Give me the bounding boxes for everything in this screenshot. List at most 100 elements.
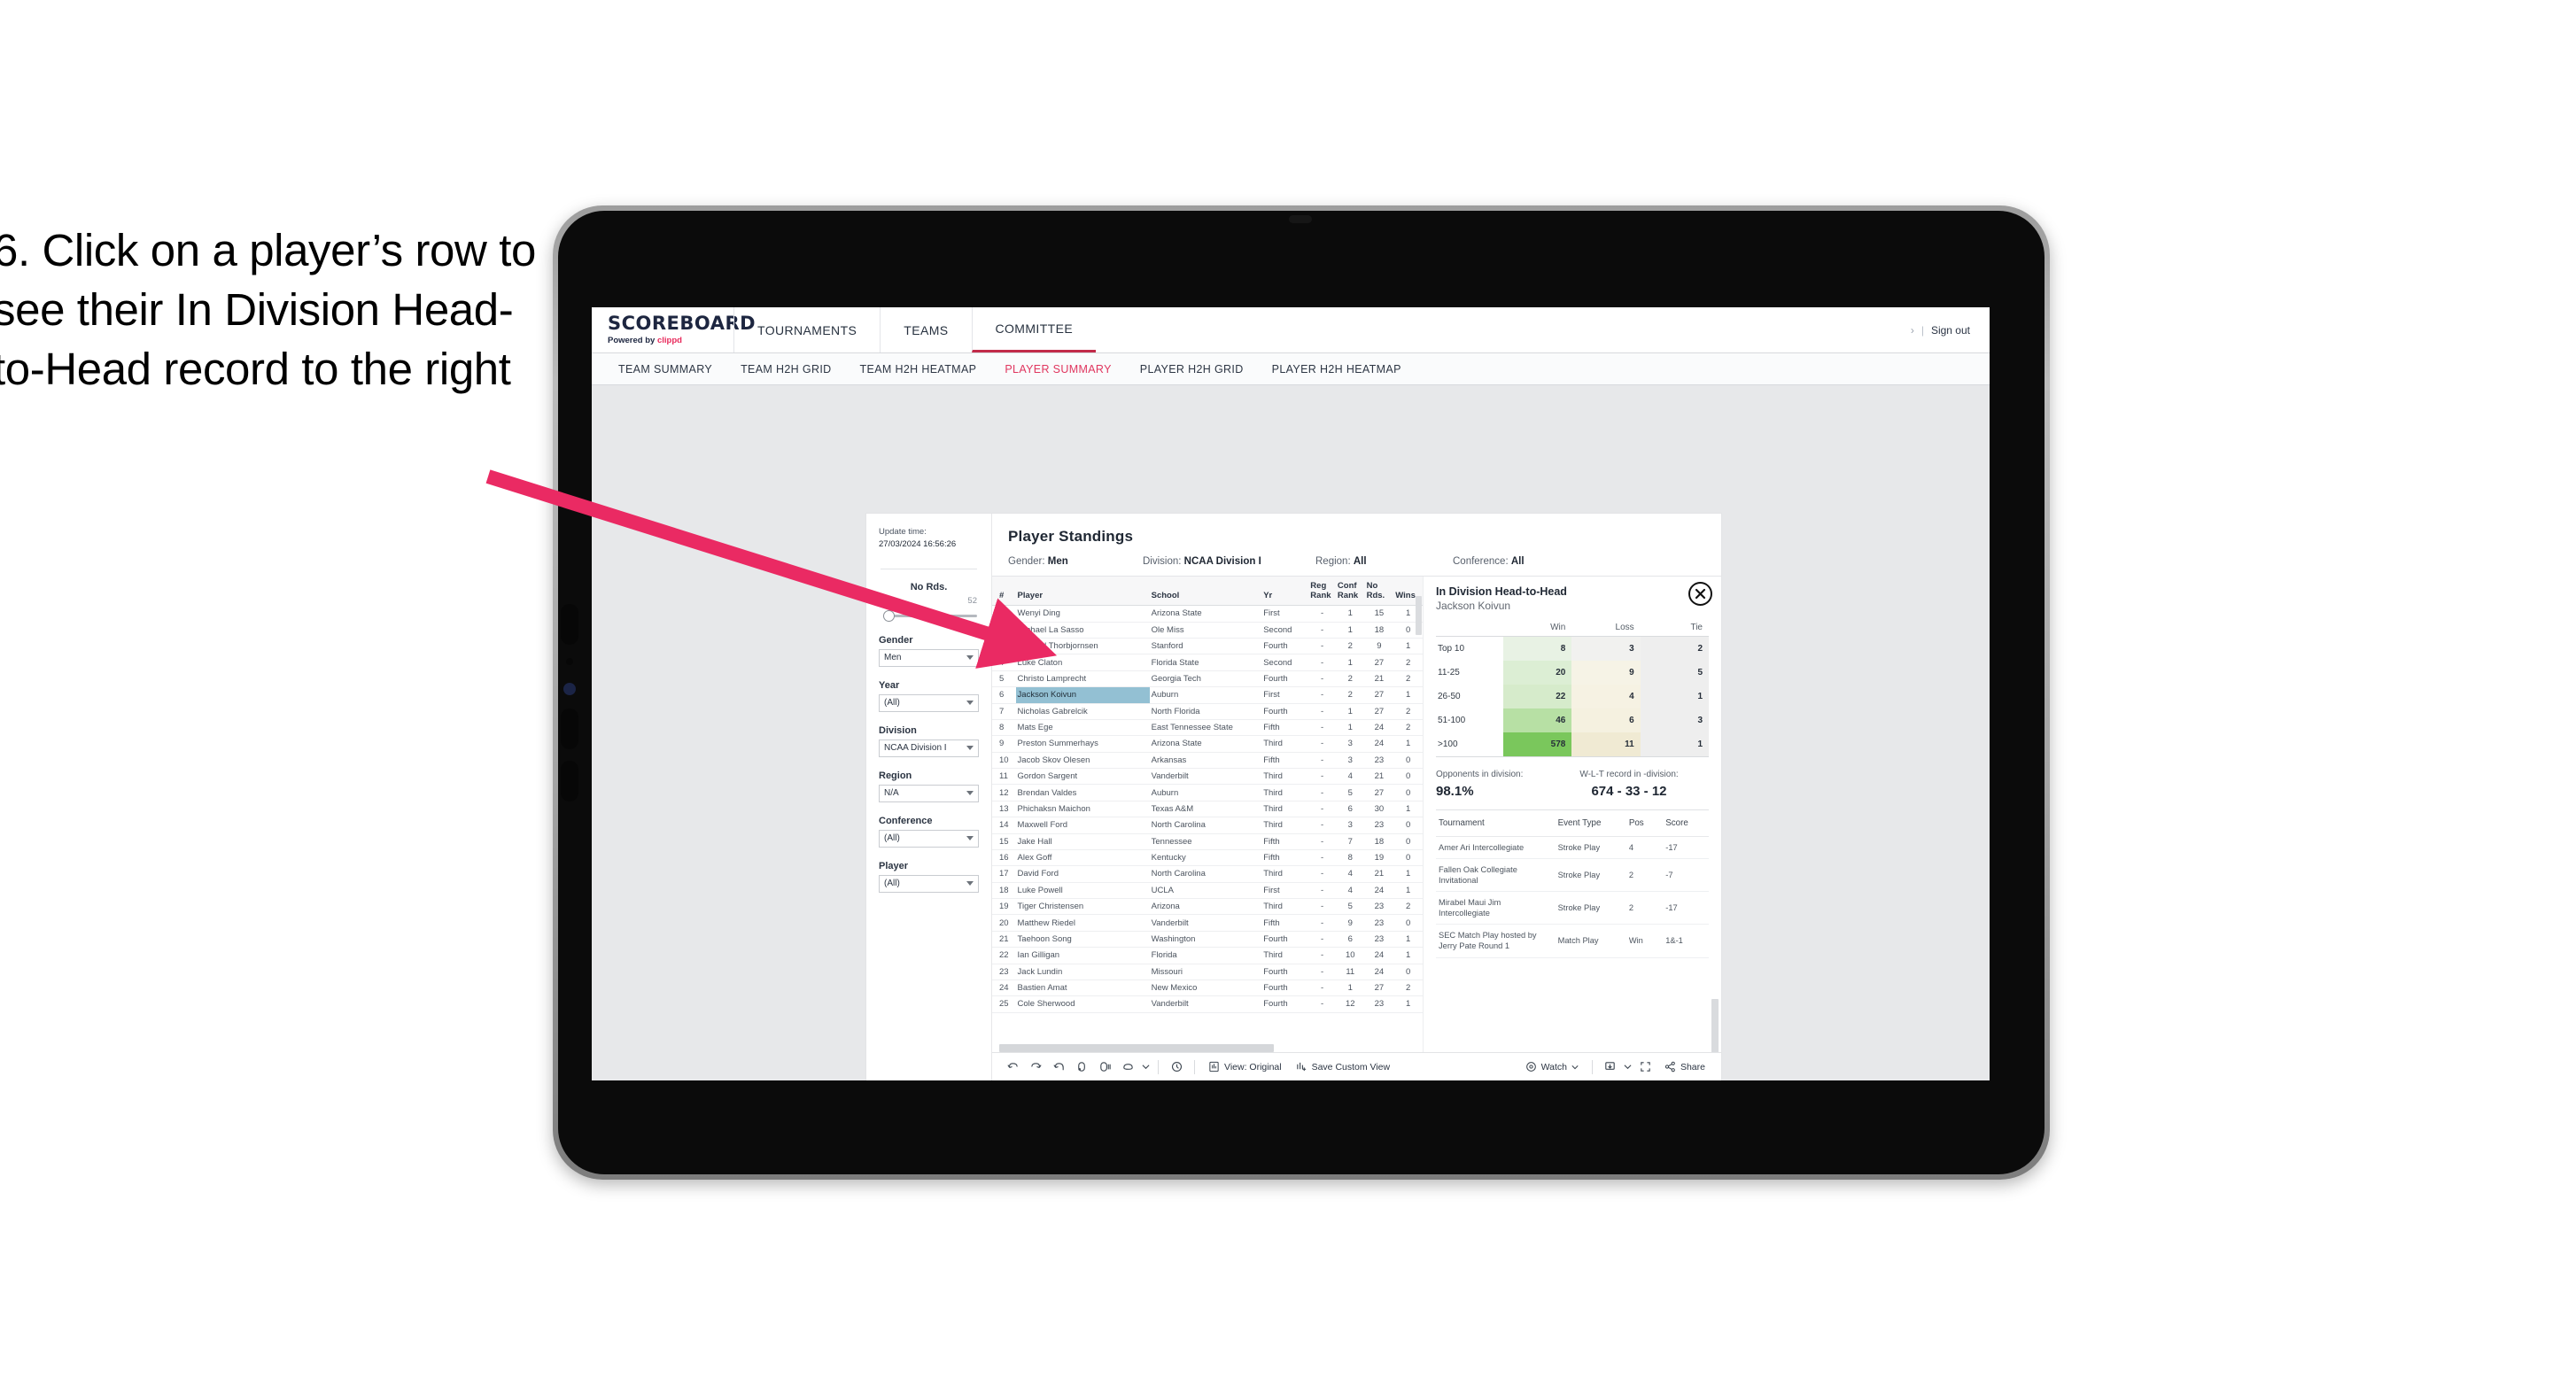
download-dropdown-icon[interactable] (1622, 1056, 1634, 1079)
highlight-icon[interactable] (1116, 1056, 1139, 1079)
col-reg-rank[interactable]: Reg Rank (1308, 577, 1336, 607)
col-conf-rank[interactable]: Conf Rank (1335, 577, 1365, 607)
col-pos[interactable]: Pos (1626, 809, 1664, 837)
heatmap-cell-win[interactable]: 20 (1503, 661, 1572, 685)
row-school: Kentucky (1149, 849, 1262, 867)
table-row[interactable]: 21 Taehoon Song Washington Fourth -6 23 1 (992, 931, 1423, 949)
heatmap-cell-loss[interactable]: 11 (1571, 732, 1641, 757)
table-row[interactable]: 24 Bastien Amat New Mexico Fourth -1 27 2 (992, 979, 1423, 997)
table-row[interactable]: 6 Jackson Koivun Auburn First -2 27 1 (992, 686, 1423, 704)
table-row[interactable]: 5 Christo Lamprecht Georgia Tech Fourth -2 21… (992, 670, 1423, 688)
table-row[interactable]: 22 Ian Gilligan Florida Third -10 24 1 (992, 947, 1423, 964)
heatmap-cell-loss[interactable]: 4 (1571, 685, 1641, 708)
heatmap-cell-win[interactable]: 46 (1503, 708, 1572, 732)
subnav-player-h2h-grid[interactable]: PLAYER H2H GRID (1126, 363, 1258, 376)
heatmap-cell-tie[interactable]: 3 (1640, 708, 1709, 732)
heatmap-cell-loss[interactable]: 3 (1571, 636, 1641, 661)
subnav-team-h2h-grid[interactable]: TEAM H2H GRID (726, 363, 845, 376)
table-row[interactable]: 11 Gordon Sargent Vanderbilt Third -4 21 0 (992, 768, 1423, 786)
save-custom-view-button[interactable]: Save Custom View (1289, 1061, 1398, 1072)
table-row[interactable]: 9 Preston Summerhays Arizona State Third -3 2… (992, 735, 1423, 753)
table-row[interactable]: 7 Nicholas Gabrelcik North Florida Fourth -1… (992, 703, 1423, 720)
heatmap-cell-tie[interactable]: 1 (1640, 685, 1709, 708)
list-item[interactable]: Fallen Oak Collegiate Invitational Stroke… (1436, 858, 1709, 893)
vertical-scrollbar[interactable] (1416, 596, 1422, 635)
table-row[interactable]: 3 Michael Thorbjornsen Stanford Fourth -2 9 1 (992, 638, 1423, 655)
highlight-dropdown-icon[interactable] (1139, 1056, 1152, 1079)
col-school[interactable]: School (1149, 577, 1262, 607)
filter-conference-select[interactable]: (All) (879, 829, 979, 848)
heatmap-cell-tie[interactable]: 5 (1640, 661, 1709, 685)
table-row[interactable]: 12 Brendan Valdes Auburn Third -5 27 0 (992, 784, 1423, 801)
subnav-player-h2h-heatmap[interactable]: PLAYER H2H HEATMAP (1258, 363, 1416, 376)
revert-icon[interactable] (1047, 1056, 1070, 1079)
undo-icon[interactable] (1001, 1056, 1024, 1079)
pause-autoupdate-icon[interactable] (1165, 1056, 1188, 1079)
list-item[interactable]: Amer Ari Intercollegiate Stroke Play 4 -17 (1436, 836, 1709, 860)
col-yr[interactable]: Yr (1261, 577, 1309, 607)
table-row[interactable]: 23 Jack Lundin Missouri Fourth -11 24 0 (992, 964, 1423, 980)
heatmap-cell-win[interactable]: 578 (1503, 732, 1572, 757)
table-row[interactable]: 10 Jacob Skov Olesen Arkansas Fifth -3 23 0 (992, 752, 1423, 770)
horizontal-scrollbar[interactable] (999, 1044, 1274, 1052)
list-item[interactable]: Mirabel Maui Jim Intercollegiate Stroke P… (1436, 891, 1709, 925)
table-row[interactable]: 25 Cole Sherwood Vanderbilt Fourth -12 23 1 (992, 995, 1423, 1013)
table-row[interactable]: 4 Luke Claton Florida State Second -1 27 2 (992, 654, 1423, 671)
filter-region-select[interactable]: N/A (879, 784, 979, 802)
subnav-player-summary[interactable]: PLAYER SUMMARY (990, 363, 1125, 376)
table-row[interactable]: 14 Maxwell Ford North Carolina Third -3 23 0 (992, 817, 1423, 834)
refresh-icon[interactable] (1070, 1056, 1093, 1079)
pause-icon[interactable] (1093, 1056, 1116, 1079)
watch-button[interactable]: Watch (1518, 1061, 1586, 1072)
table-row[interactable]: 16 Alex Goff Kentucky Fifth -8 19 0 (992, 849, 1423, 867)
filter-division-select[interactable]: NCAA Division I (879, 739, 979, 757)
download-icon[interactable] (1599, 1056, 1622, 1079)
user-menu-icon[interactable]: › (1911, 324, 1914, 337)
filter-year-select[interactable]: (All) (879, 693, 979, 712)
col-tournament[interactable]: Tournament (1436, 809, 1556, 837)
tournaments-scrollbar[interactable] (1711, 999, 1719, 1054)
no-rounds-slider[interactable] (879, 609, 979, 622)
col-score[interactable]: Score (1663, 809, 1709, 837)
heatmap-cell-win[interactable]: 8 (1503, 636, 1572, 661)
share-button[interactable]: Share (1657, 1061, 1712, 1072)
col-player[interactable]: Player (1015, 577, 1150, 607)
subnav-team-h2h-heatmap[interactable]: TEAM H2H HEATMAP (846, 363, 991, 376)
heatmap-cell-loss[interactable]: 9 (1571, 661, 1641, 685)
table-row[interactable]: 17 David Ford North Carolina Third -4 21 1 (992, 865, 1423, 883)
col-rank[interactable]: # (992, 577, 1016, 607)
table-row[interactable]: 1 Wenyi Ding Arizona State First -1 15 1 (992, 605, 1423, 623)
table-row[interactable]: 20 Matthew Riedel Vanderbilt Fifth -9 23 0 (992, 914, 1423, 932)
table-row[interactable]: 15 Jake Hall Tennessee Fifth -7 18 0 (992, 833, 1423, 850)
heatmap-cell-tie[interactable]: 2 (1640, 636, 1709, 661)
table-row[interactable]: 13 Phichaksn Maichon Texas A&M Third -6 30 1 (992, 801, 1423, 818)
subnav-team-summary[interactable]: TEAM SUMMARY (604, 363, 726, 376)
fullscreen-icon[interactable] (1634, 1056, 1657, 1079)
col-event-type[interactable]: Event Type (1555, 809, 1626, 837)
heatmap-cell-loss[interactable]: 6 (1571, 708, 1641, 732)
sign-out-link[interactable]: Sign out (1931, 324, 1970, 337)
col-no-rds[interactable]: No Rds. (1364, 577, 1394, 607)
slider-handle[interactable] (883, 609, 895, 622)
redo-icon[interactable] (1024, 1056, 1047, 1079)
close-icon[interactable] (1688, 582, 1712, 606)
brand-logo[interactable]: SCOREBOARD Powered by clippd (592, 307, 756, 352)
filter-player-select[interactable]: (All) (879, 874, 979, 893)
view-original-button[interactable]: View: Original (1201, 1061, 1289, 1072)
volume-up-button[interactable] (561, 604, 578, 645)
table-row[interactable]: 18 Luke Powell UCLA First -4 24 1 (992, 882, 1423, 900)
nav-tab-teams[interactable]: TEAMS (880, 307, 971, 352)
nav-tab-tournaments[interactable]: TOURNAMENTS (733, 307, 880, 352)
heatmap-cell-tie[interactable]: 1 (1640, 732, 1709, 757)
row-yr: Fifth (1261, 719, 1309, 737)
nav-tab-committee[interactable]: COMMITTEE (971, 307, 1097, 352)
table-row[interactable]: 19 Tiger Christensen Arizona Third -5 23 2 (992, 898, 1423, 916)
filter-gender-select[interactable]: Men (879, 648, 979, 667)
row-yr: Fourth (1261, 703, 1309, 720)
power-button[interactable] (561, 761, 578, 801)
volume-down-button[interactable] (561, 708, 578, 749)
heatmap-cell-win[interactable]: 22 (1503, 685, 1572, 708)
list-item[interactable]: SEC Match Play hosted by Jerry Pate Roun… (1436, 924, 1709, 958)
table-row[interactable]: 2 Michael La Sasso Ole Miss Second -1 18 0 (992, 622, 1423, 639)
table-row[interactable]: 8 Mats Ege East Tennessee State Fifth -1 24 2 (992, 719, 1423, 737)
